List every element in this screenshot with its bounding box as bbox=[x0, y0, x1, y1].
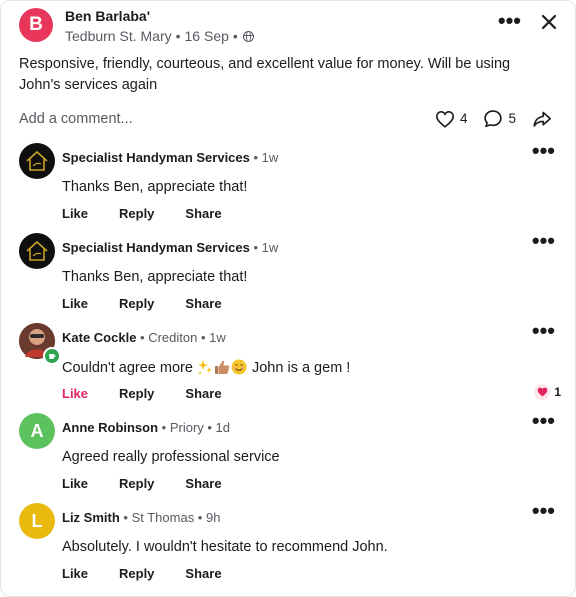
comment-more-icon[interactable]: ••• bbox=[532, 410, 555, 432]
comment-text-end: John is a gem ! bbox=[247, 360, 351, 376]
post-stats: 4 5 bbox=[419, 109, 557, 128]
commenter-name[interactable]: Specialist Handyman Services bbox=[62, 240, 250, 255]
comment-actions: Like Reply Share bbox=[62, 476, 253, 491]
more-options-icon[interactable]: ••• bbox=[498, 10, 521, 32]
comment-meta: • 1w bbox=[253, 240, 279, 255]
commenter-name[interactable]: Anne Robinson bbox=[62, 420, 158, 435]
user-photo-avatar[interactable] bbox=[19, 323, 61, 365]
meta-separator: • bbox=[175, 28, 181, 44]
like-count: 4 bbox=[459, 111, 468, 126]
comment-like-button[interactable]: Like bbox=[62, 206, 88, 221]
commenter-avatar[interactable]: L bbox=[19, 503, 55, 539]
post-location[interactable]: Tedburn St. Mary bbox=[65, 28, 172, 44]
comment-header: Specialist Handyman Services • 1w bbox=[62, 150, 278, 165]
comment-meta: • Crediton • 1w bbox=[140, 330, 226, 345]
comment-reply-button[interactable]: Reply bbox=[119, 206, 154, 221]
comment-share-button[interactable]: Share bbox=[185, 206, 221, 221]
sparkles-emoji-icon bbox=[197, 360, 212, 375]
comment-like-button[interactable]: Like bbox=[62, 386, 88, 401]
cup-badge-icon bbox=[43, 347, 61, 365]
smiling-emoji-icon bbox=[231, 359, 247, 375]
reaction-count: 1 bbox=[554, 385, 561, 399]
post-date[interactable]: 16 Sep bbox=[185, 28, 229, 44]
comment-meta: • St Thomas • 9h bbox=[123, 510, 221, 525]
comments-button[interactable]: 5 bbox=[483, 109, 516, 128]
heart-icon bbox=[435, 110, 454, 128]
comment-header: Anne Robinson • Priory • 1d bbox=[62, 420, 230, 435]
comment-like-button[interactable]: Like bbox=[62, 296, 88, 311]
comment-header: Liz Smith • St Thomas • 9h bbox=[62, 510, 220, 525]
comment-like-button[interactable]: Like bbox=[62, 476, 88, 491]
comment-meta: • Priory • 1d bbox=[161, 420, 231, 435]
post-body: Responsive, friendly, courteous, and exc… bbox=[19, 56, 511, 93]
heart-reaction-icon bbox=[534, 384, 551, 400]
comment-actions: Like Reply Share bbox=[62, 386, 253, 401]
comment-item: Kate Cockle • Crediton • 1w ••• Couldn't… bbox=[19, 320, 561, 403]
share-button[interactable] bbox=[532, 110, 557, 128]
comment-header: Kate Cockle • Crediton • 1w bbox=[62, 330, 226, 345]
comment-text: Absolutely. I wouldn't hesitate to recom… bbox=[62, 539, 388, 555]
comment-text: Agreed really professional service bbox=[62, 449, 280, 465]
comment-header: Specialist Handyman Services • 1w bbox=[62, 240, 278, 255]
comment-item: Specialist Handyman Services • 1w ••• Th… bbox=[19, 230, 557, 313]
comment-text: Couldn't agree more John is a gem ! bbox=[62, 359, 350, 376]
meta-separator: • bbox=[232, 28, 238, 44]
comment-reaction-count[interactable]: 1 bbox=[534, 384, 561, 400]
close-icon[interactable] bbox=[541, 12, 557, 34]
comment-bar: Add a comment... 4 5 bbox=[19, 109, 557, 133]
globe-icon bbox=[242, 30, 254, 42]
comment-actions: Like Reply Share bbox=[62, 296, 253, 311]
comment-item: L Liz Smith • St Thomas • 9h ••• Absolut… bbox=[19, 500, 557, 583]
thumbs-up-emoji-icon bbox=[214, 360, 230, 374]
commenter-name[interactable]: Kate Cockle bbox=[62, 330, 136, 345]
comment-like-button[interactable]: Like bbox=[62, 566, 88, 581]
comment-actions: Like Reply Share bbox=[62, 206, 253, 221]
author-name[interactable]: Ben Barlaba' bbox=[65, 8, 150, 24]
comment-item: A Anne Robinson • Priory • 1d ••• Agreed… bbox=[19, 410, 557, 493]
share-arrow-icon bbox=[533, 111, 551, 127]
business-logo-avatar[interactable] bbox=[19, 233, 55, 269]
commenter-avatar[interactable]: A bbox=[19, 413, 55, 449]
add-comment-input[interactable]: Add a comment... bbox=[19, 111, 133, 127]
comment-item: Specialist Handyman Services • 1w ••• Th… bbox=[19, 140, 557, 223]
business-logo-avatar[interactable] bbox=[19, 143, 55, 179]
post-card: B Ben Barlaba' Tedburn St. Mary • 16 Sep… bbox=[0, 0, 576, 597]
comment-more-icon[interactable]: ••• bbox=[532, 500, 555, 522]
comment-reply-button[interactable]: Reply bbox=[119, 296, 154, 311]
post-header: B Ben Barlaba' Tedburn St. Mary • 16 Sep… bbox=[19, 8, 557, 48]
commenter-name[interactable]: Specialist Handyman Services bbox=[62, 150, 250, 165]
comment-share-button[interactable]: Share bbox=[185, 296, 221, 311]
comment-text-start: Couldn't agree more bbox=[62, 360, 197, 376]
comment-bubble-icon bbox=[484, 110, 503, 128]
comment-reply-button[interactable]: Reply bbox=[119, 566, 154, 581]
comment-more-icon[interactable]: ••• bbox=[532, 230, 555, 252]
comment-reply-button[interactable]: Reply bbox=[119, 476, 154, 491]
commenter-name[interactable]: Liz Smith bbox=[62, 510, 120, 525]
comment-more-icon[interactable]: ••• bbox=[532, 140, 555, 162]
comment-share-button[interactable]: Share bbox=[185, 566, 221, 581]
post-meta: Tedburn St. Mary • 16 Sep • bbox=[65, 28, 254, 44]
comment-reply-button[interactable]: Reply bbox=[119, 386, 154, 401]
like-button[interactable]: 4 bbox=[435, 110, 468, 128]
comment-more-icon[interactable]: ••• bbox=[532, 320, 555, 342]
comment-count: 5 bbox=[508, 111, 516, 126]
comment-text: Thanks Ben, appreciate that! bbox=[62, 269, 248, 285]
comment-actions: Like Reply Share bbox=[62, 566, 253, 581]
comment-text: Thanks Ben, appreciate that! bbox=[62, 179, 248, 195]
comment-share-button[interactable]: Share bbox=[185, 386, 221, 401]
author-avatar[interactable]: B bbox=[19, 8, 53, 42]
comment-share-button[interactable]: Share bbox=[185, 476, 221, 491]
comment-meta: • 1w bbox=[253, 150, 279, 165]
